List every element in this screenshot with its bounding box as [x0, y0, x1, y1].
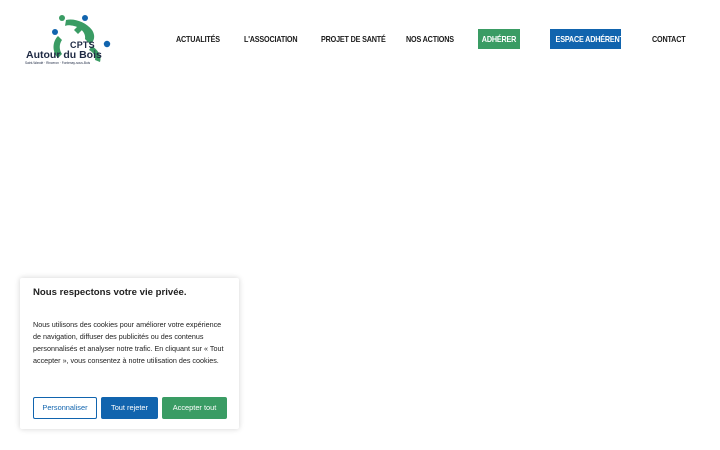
- reject-all-cookies-button[interactable]: Tout rejeter: [101, 397, 158, 419]
- nav-item-projet-de-sante[interactable]: PROJET DE SANTÉ: [321, 29, 386, 49]
- logo-subtitle: Saint-Wandé · Rinceron · Fontenay-sous-B…: [25, 61, 91, 65]
- nav-item-actualites[interactable]: ACTUALITÉS: [176, 29, 220, 49]
- nav-item-contact[interactable]: CONTACT: [652, 29, 686, 49]
- nav-button-espace-adherent-label: ESPACE ADHÉRENT: [555, 34, 624, 44]
- main-nav: ACTUALITÉS L'ASSOCIATION PROJET DE SANTÉ…: [0, 29, 720, 49]
- nav-button-adherer-label: ADHÉRER: [481, 34, 517, 44]
- cookie-banner-text: Nous utilisons des cookies pour améliore…: [33, 320, 224, 365]
- cookie-consent-banner: Nous respectons votre vie privée. Nous u…: [20, 278, 239, 429]
- customize-cookies-button[interactable]: Personnaliser: [33, 397, 97, 419]
- page: CPTS Autour du Bois Saint-Wandé · Rincer…: [0, 0, 720, 450]
- cookie-banner-title: Nous respectons votre vie privée.: [33, 287, 187, 298]
- accept-all-cookies-button[interactable]: Accepter tout: [162, 397, 227, 419]
- nav-item-association[interactable]: L'ASSOCIATION: [244, 29, 298, 49]
- nav-button-espace-adherent[interactable]: ESPACE ADHÉRENT: [550, 29, 624, 49]
- nav-item-nos-actions[interactable]: NOS ACTIONS: [406, 29, 454, 49]
- logo-name: Autour du Bois: [26, 49, 102, 61]
- nav-button-adherer[interactable]: ADHÉRER: [478, 29, 520, 49]
- site-header: CPTS Autour du Bois Saint-Wandé · Rincer…: [0, 0, 720, 78]
